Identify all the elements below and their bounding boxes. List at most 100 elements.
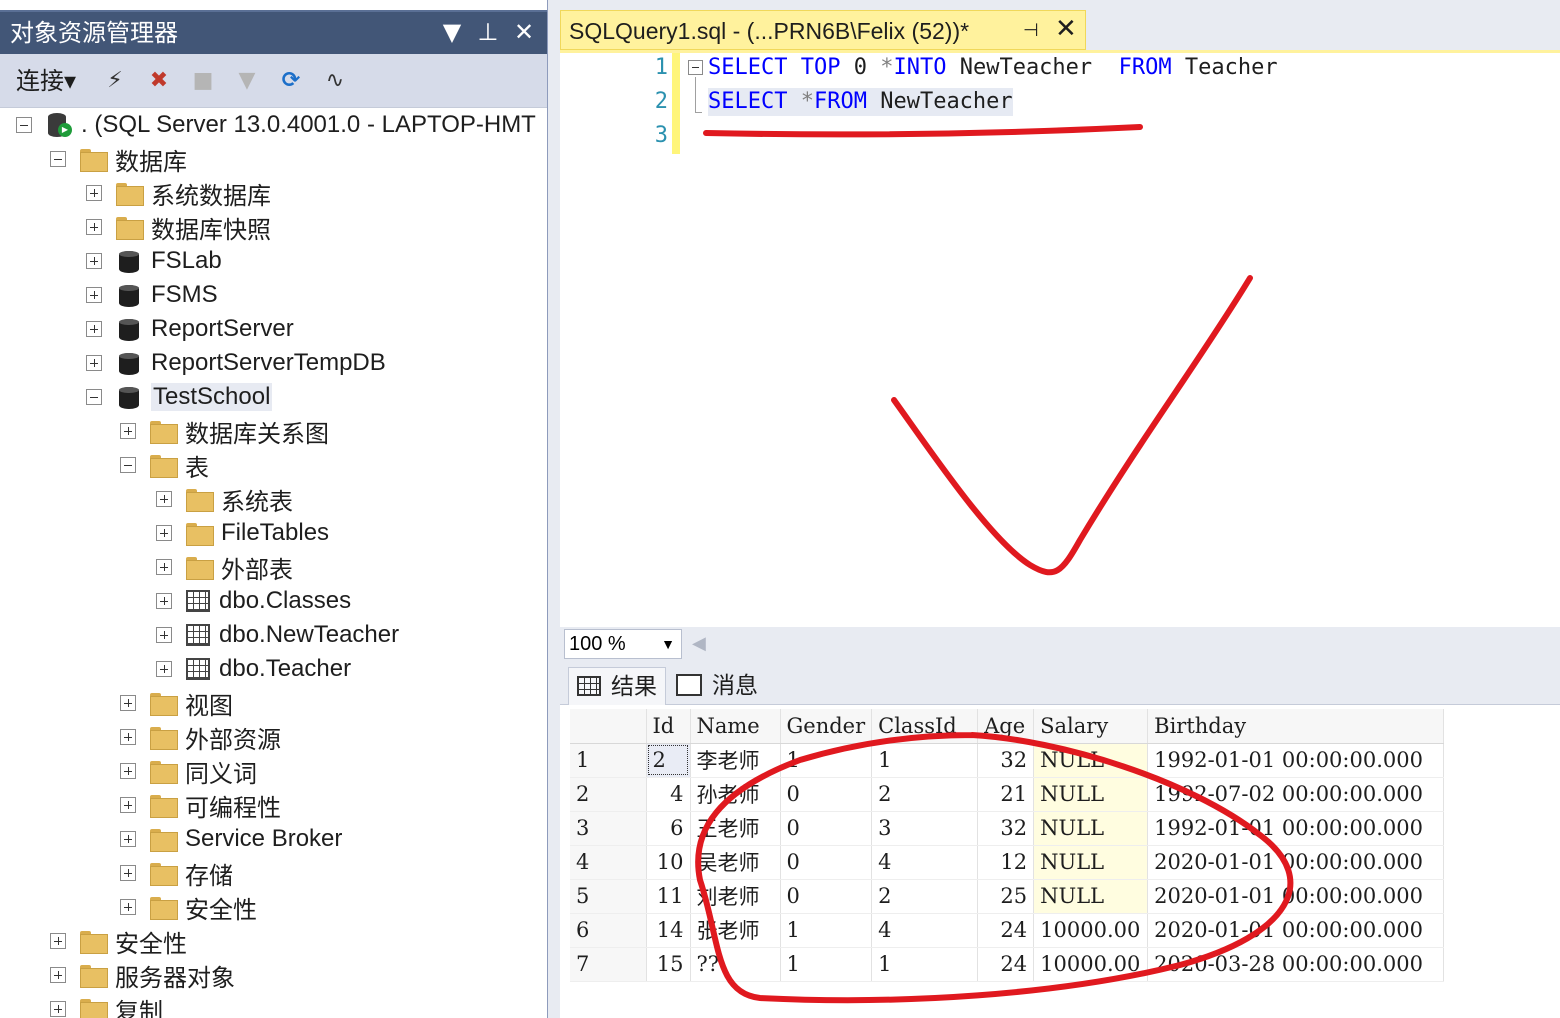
table-cell[interactable]: 2020-01-01 00:00:00.000: [1147, 845, 1445, 880]
table-cell[interactable]: 6: [646, 811, 691, 846]
tree-node[interactable]: 数据库快照: [86, 210, 271, 244]
tree-node[interactable]: ReportServerTempDB: [86, 346, 386, 380]
table-row[interactable]: 5 11 刘老师 0 2 25 NULL 2020-01-01 00:00:00.000: [570, 879, 1445, 914]
table-cell[interactable]: 1: [780, 743, 873, 778]
column-header[interactable]: Id: [646, 709, 691, 744]
expand-icon[interactable]: [86, 185, 102, 201]
expand-icon[interactable]: [120, 695, 136, 711]
table-cell[interactable]: 2: [871, 879, 979, 914]
tree-node[interactable]: . (SQL Server 13.0.4001.0 - LAPTOP-HMT: [16, 108, 536, 142]
table-cell[interactable]: 32: [977, 743, 1035, 778]
column-header[interactable]: Salary: [1033, 709, 1149, 744]
collapse-icon[interactable]: [16, 117, 32, 133]
expand-icon[interactable]: [120, 865, 136, 881]
expand-icon[interactable]: [120, 423, 136, 439]
table-cell[interactable]: 4: [871, 845, 979, 880]
tree-node[interactable]: 系统表: [156, 482, 293, 516]
table-cell[interactable]: NULL: [1033, 743, 1149, 778]
expand-icon[interactable]: [120, 899, 136, 915]
table-cell[interactable]: 10: [646, 845, 691, 880]
column-header[interactable]: Age: [977, 709, 1035, 744]
row-number[interactable]: 2: [570, 777, 647, 812]
tree-node[interactable]: 存储: [120, 856, 233, 890]
expand-icon[interactable]: [156, 525, 172, 541]
row-number[interactable]: 4: [570, 845, 647, 880]
refresh-icon[interactable]: ⟳: [276, 66, 306, 96]
expand-icon[interactable]: [50, 933, 66, 949]
expand-icon[interactable]: [156, 491, 172, 507]
table-cell[interactable]: 2020-01-01 00:00:00.000: [1147, 879, 1445, 914]
tree-node[interactable]: 视图: [120, 686, 233, 720]
tree-node[interactable]: FileTables: [156, 516, 329, 550]
collapse-icon[interactable]: [86, 389, 102, 405]
expand-icon[interactable]: [156, 593, 172, 609]
table-row[interactable]: 4 10 吴老师 0 4 12 NULL 2020-01-01 00:00:00.000: [570, 845, 1445, 880]
table-cell[interactable]: 刘老师: [690, 879, 781, 914]
table-cell[interactable]: 12: [977, 845, 1035, 880]
tree-node[interactable]: ReportServer: [86, 312, 294, 346]
table-cell[interactable]: 32: [977, 811, 1035, 846]
collapse-icon[interactable]: [120, 457, 136, 473]
row-number[interactable]: 6: [570, 913, 647, 948]
expand-icon[interactable]: [120, 729, 136, 745]
collapse-region-icon[interactable]: [688, 60, 703, 75]
collapse-icon[interactable]: [50, 151, 66, 167]
tree-node[interactable]: dbo.Classes: [156, 584, 351, 618]
tree-node[interactable]: dbo.Teacher: [156, 652, 351, 686]
table-cell[interactable]: 21: [977, 777, 1035, 812]
table-cell[interactable]: 2020-03-28 00:00:00.000: [1147, 947, 1445, 982]
row-number[interactable]: 1: [570, 743, 647, 778]
tree-node[interactable]: TestSchool: [86, 380, 273, 414]
pin-icon[interactable]: ⊣: [1023, 16, 1039, 46]
expand-icon[interactable]: [86, 287, 102, 303]
row-number[interactable]: 5: [570, 879, 647, 914]
table-cell[interactable]: 1992-01-01 00:00:00.000: [1147, 743, 1445, 778]
table-cell[interactable]: 25: [977, 879, 1035, 914]
tree-node[interactable]: Service Broker: [120, 822, 342, 856]
expand-icon[interactable]: [120, 763, 136, 779]
table-row[interactable]: 6 14 张老师 1 4 24 10000.00 2020-01-01 00:00:00.00…: [570, 913, 1445, 948]
tree-node[interactable]: 安全性: [120, 890, 257, 924]
tree-node[interactable]: 外部表: [156, 550, 293, 584]
tab-messages[interactable]: 消息: [668, 667, 762, 705]
tree-node[interactable]: 表: [120, 448, 209, 482]
table-cell[interactable]: 1: [871, 947, 979, 982]
table-row[interactable]: 2 4 孙老师 0 2 21 NULL 1992-07-02 00:00:00.000: [570, 777, 1445, 812]
table-cell[interactable]: 24: [977, 913, 1035, 948]
table-cell[interactable]: 1: [871, 743, 979, 778]
table-cell[interactable]: ??: [690, 947, 781, 982]
close-icon[interactable]: ✕: [1055, 14, 1077, 44]
table-cell[interactable]: 3: [871, 811, 979, 846]
tree-node[interactable]: 安全性: [50, 924, 187, 958]
table-cell[interactable]: 0: [780, 845, 873, 880]
tree-node[interactable]: 同义词: [120, 754, 257, 788]
table-cell[interactable]: 11: [646, 879, 691, 914]
expand-icon[interactable]: [156, 661, 172, 677]
dropdown-icon[interactable]: ▼: [440, 16, 464, 48]
table-cell[interactable]: 2: [646, 743, 691, 778]
table-cell[interactable]: NULL: [1033, 845, 1149, 880]
pin-icon[interactable]: ⊥: [476, 16, 500, 48]
table-cell[interactable]: 2020-01-01 00:00:00.000: [1147, 913, 1445, 948]
table-cell[interactable]: 14: [646, 913, 691, 948]
table-cell[interactable]: 0: [780, 811, 873, 846]
table-cell[interactable]: 李老师: [690, 743, 781, 778]
scroll-left-icon[interactable]: ◀: [692, 633, 706, 654]
table-cell[interactable]: 1992-07-02 00:00:00.000: [1147, 777, 1445, 812]
tree-node[interactable]: 服务器对象: [50, 958, 235, 992]
tree-node[interactable]: 数据库: [50, 142, 187, 176]
activity-monitor-icon[interactable]: ∿: [320, 66, 350, 96]
stop-icon[interactable]: ■: [188, 66, 218, 96]
tab-sqlquery1[interactable]: SQLQuery1.sql - (...PRN6B\Felix (52))* ⊣…: [560, 10, 1086, 50]
results-grid[interactable]: Id Name Gender ClassId Age Salary Birthday 12李…: [570, 709, 1445, 982]
table-cell[interactable]: 孙老师: [690, 777, 781, 812]
table-cell[interactable]: NULL: [1033, 879, 1149, 914]
tree-node[interactable]: 数据库关系图: [120, 414, 329, 448]
column-header[interactable]: Gender: [780, 709, 873, 744]
table-cell[interactable]: 1992-01-01 00:00:00.000: [1147, 811, 1445, 846]
tree-node[interactable]: 可编程性: [120, 788, 281, 822]
expand-icon[interactable]: [86, 253, 102, 269]
code-line-2[interactable]: SELECT *FROM NewTeacher: [708, 88, 1013, 116]
expand-icon[interactable]: [156, 559, 172, 575]
table-row[interactable]: 1 2 李老师 1 1 32 NULL 1992-01-01 00:00:00.000: [570, 743, 1445, 778]
